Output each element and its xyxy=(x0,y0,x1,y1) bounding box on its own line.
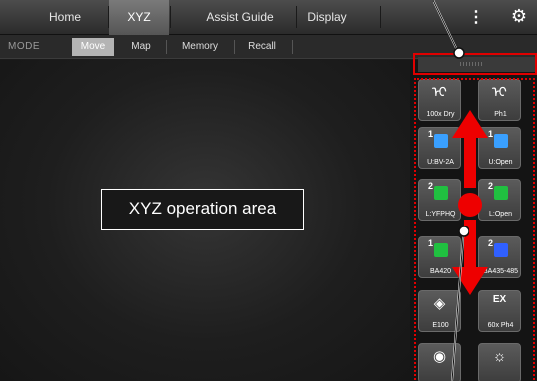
top-callout-line xyxy=(433,0,465,59)
callout-line xyxy=(451,226,465,381)
bottom-callout-line xyxy=(451,226,469,381)
microscope-control-screen: Home XYZ Assist Guide Display ⋮ ⚙ MODE M… xyxy=(0,0,537,381)
tab-divider xyxy=(170,6,171,28)
tab-divider xyxy=(380,6,381,28)
mode-divider xyxy=(292,40,293,54)
handle-highlight-box xyxy=(413,53,537,75)
tab-display[interactable]: Display xyxy=(297,0,357,35)
tab-home[interactable]: Home xyxy=(40,0,90,35)
mode-divider xyxy=(234,40,235,54)
drag-knob-icon xyxy=(458,193,482,217)
operation-area-label: XYZ operation area xyxy=(101,189,304,230)
mode-recall-button[interactable]: Recall xyxy=(240,38,284,56)
tab-xyz[interactable]: XYZ xyxy=(109,0,169,35)
xyz-operation-area[interactable]: XYZ operation area xyxy=(0,60,410,381)
mode-divider xyxy=(166,40,167,54)
gear-icon[interactable]: ⚙ xyxy=(505,0,533,35)
mode-memory-button[interactable]: Memory xyxy=(175,38,225,56)
callout-dot xyxy=(453,47,465,59)
callout-dot xyxy=(458,226,469,237)
mode-move-button[interactable]: Move xyxy=(72,38,114,56)
mode-label: MODE xyxy=(8,41,40,52)
mode-map-button[interactable]: Map xyxy=(122,38,160,56)
up-arrow-icon xyxy=(452,110,488,188)
callout-line xyxy=(433,0,459,53)
more-menu-icon[interactable]: ⋮ xyxy=(462,0,490,35)
tab-assist-guide[interactable]: Assist Guide xyxy=(195,0,285,35)
